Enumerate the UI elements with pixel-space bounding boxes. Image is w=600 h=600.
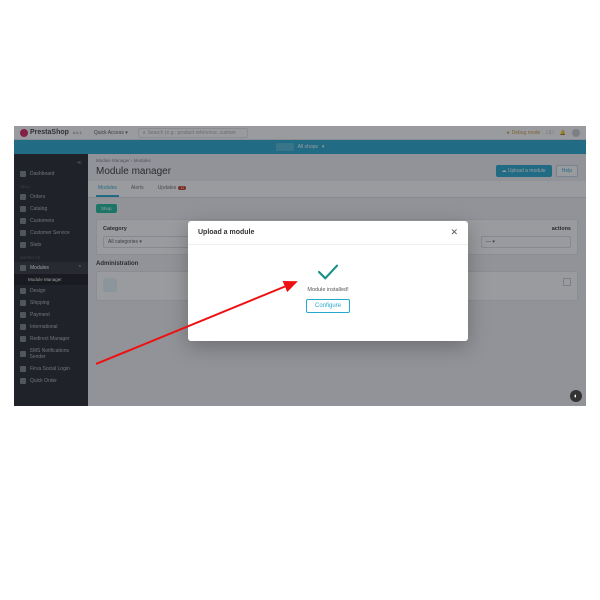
- configure-button[interactable]: Configure: [306, 299, 350, 313]
- upload-module-modal: Upload a module ✕ Module installed! Conf…: [188, 221, 468, 341]
- modal-title: Upload a module: [198, 229, 254, 236]
- success-check-icon: [317, 263, 339, 281]
- close-icon[interactable]: ✕: [450, 228, 458, 237]
- corner-badge-icon[interactable]: ◐: [570, 390, 582, 402]
- app-window: PrestaShop 8.0.1 Quick Access ▾ ⌕ Search…: [14, 126, 586, 406]
- modal-message: Module installed!: [307, 287, 348, 293]
